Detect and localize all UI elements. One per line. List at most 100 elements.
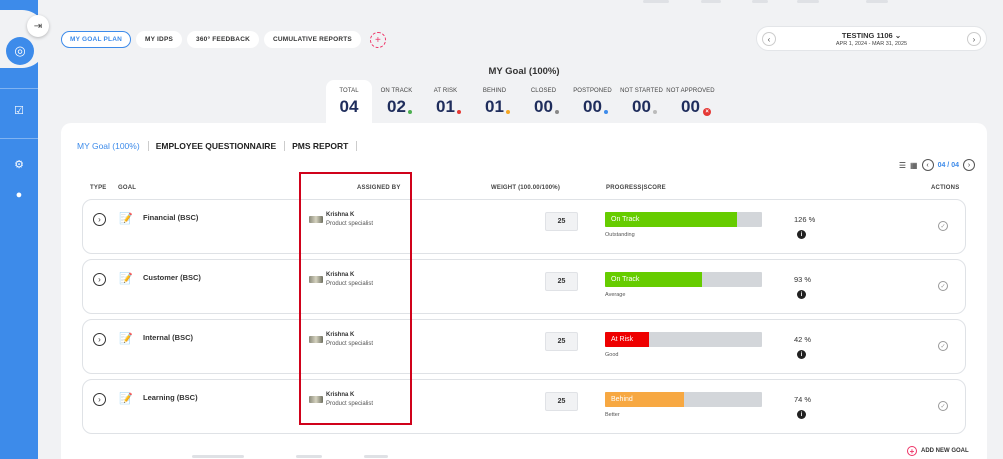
- target-icon[interactable]: ◎: [6, 37, 34, 65]
- stat-value: 01: [436, 97, 461, 117]
- list-view-icon[interactable]: ☰: [899, 161, 906, 170]
- status-dot-icon: [603, 110, 608, 114]
- header-weight: WEIGHT (100.00/100%): [491, 185, 561, 191]
- page-next-icon[interactable]: ›: [963, 159, 975, 171]
- stat-postponed[interactable]: POSTPONED 00: [568, 80, 617, 124]
- score-percent: 42 %: [794, 335, 812, 344]
- weight-value: 25: [545, 392, 578, 411]
- status-dot-icon: [456, 110, 461, 114]
- page-prev-icon[interactable]: ‹: [921, 159, 934, 171]
- stat-label: ON TRACK: [380, 88, 413, 94]
- goal-name[interactable]: Customer (BSC): [143, 273, 201, 282]
- stat-label: AT RISK: [433, 88, 458, 94]
- stat-value: 00: [583, 97, 608, 117]
- progress-bar: At Risk: [605, 332, 762, 347]
- progress-fill: On Track: [605, 272, 703, 287]
- goal-title: MY Goal (100%): [488, 66, 560, 77]
- status-dot-icon: [505, 110, 510, 114]
- header-progress: PROGRESS|SCORE: [606, 185, 666, 191]
- goal-name[interactable]: Internal (BSC): [143, 333, 193, 342]
- stat-label: BEHIND: [482, 88, 507, 94]
- status-dot-icon: [652, 110, 657, 114]
- progress-bar: On Track: [605, 212, 762, 227]
- table-row[interactable]: › 📝 Financial (BSC) Krishna K Product sp…: [82, 199, 966, 254]
- stat-value: 00 ×: [681, 97, 711, 117]
- rating-label: Average: [605, 292, 626, 298]
- tab-my-idps[interactable]: MY IDPS: [136, 31, 183, 48]
- stat-value: 01: [485, 97, 510, 117]
- header-goal: GOAL: [118, 185, 137, 191]
- progress-bar: On Track: [605, 272, 762, 287]
- progress-fill: Behind: [605, 392, 684, 407]
- info-icon[interactable]: i: [797, 350, 806, 359]
- cycle-selector[interactable]: ‹ TESTING 1106 ⌄ APR 1, 2024 - MAR 31, 2…: [756, 26, 987, 51]
- checklist-icon[interactable]: ☑: [0, 104, 38, 117]
- weight-value: 25: [545, 212, 578, 231]
- header-actions: ACTIONS: [931, 185, 960, 191]
- tab-cumulative-reports[interactable]: CUMULATIVE REPORTS: [263, 31, 361, 48]
- user-icon[interactable]: ●: [0, 189, 38, 201]
- status-dot-icon: [554, 110, 559, 114]
- stat-on-track[interactable]: ON TRACK 02: [372, 80, 421, 124]
- tab-360-feedback[interactable]: 360° FEEDBACK: [187, 31, 259, 48]
- expand-row-icon[interactable]: ›: [93, 393, 106, 406]
- cycle-dates: APR 1, 2024 - MAR 31, 2025: [835, 41, 908, 47]
- not-approved-x-icon: ×: [702, 108, 711, 116]
- stat-closed[interactable]: CLOSED 00: [519, 80, 568, 124]
- status-dot-icon: [407, 110, 412, 114]
- table-row[interactable]: › 📝 Internal (BSC) Krishna K Product spe…: [82, 319, 966, 374]
- settings-gear-icon[interactable]: ⚙: [0, 158, 38, 171]
- stat-value: 02: [387, 97, 412, 117]
- page-indicator: 04 / 04: [937, 161, 959, 169]
- cycle-next-icon[interactable]: ›: [967, 32, 981, 46]
- goal-type-icon: 📝: [119, 273, 133, 285]
- stat-not-started[interactable]: NOT STARTED 00: [617, 80, 666, 124]
- check-action-icon[interactable]: ✓: [938, 221, 948, 231]
- main-tabs: MY GOAL PLAN MY IDPS 360° FEEDBACK CUMUL…: [61, 31, 386, 48]
- table-row[interactable]: › 📝 Customer (BSC) Krishna K Product spe…: [82, 259, 966, 314]
- goal-type-icon: 📝: [119, 213, 133, 225]
- check-action-icon[interactable]: ✓: [938, 341, 948, 351]
- status-summary: TOTAL 04 ON TRACK 02 AT RISK 01 BEHIND 0…: [326, 80, 715, 124]
- goal-type-icon: 📝: [119, 393, 133, 405]
- score-percent: 74 %: [794, 395, 812, 404]
- stat-at-risk[interactable]: AT RISK 01: [421, 80, 470, 124]
- expand-row-icon[interactable]: ›: [93, 333, 106, 346]
- info-icon[interactable]: i: [797, 410, 806, 419]
- stat-total[interactable]: TOTAL 04: [326, 80, 372, 124]
- stat-value: 04: [339, 97, 359, 116]
- info-icon[interactable]: i: [797, 230, 806, 239]
- subtab-pms-report[interactable]: PMS REPORT: [292, 141, 358, 151]
- expand-row-icon[interactable]: ›: [93, 213, 106, 226]
- weight-value: 25: [545, 332, 578, 351]
- stat-not-approved[interactable]: NOT APPROVED 00 ×: [666, 80, 715, 124]
- check-action-icon[interactable]: ✓: [938, 401, 948, 411]
- stat-label: POSTPONED: [573, 88, 612, 94]
- grid-view-icon[interactable]: ▦: [910, 161, 918, 170]
- add-tab-icon[interactable]: +: [369, 32, 386, 48]
- info-icon[interactable]: i: [797, 290, 806, 299]
- tab-my-goal-plan[interactable]: MY GOAL PLAN: [61, 31, 131, 48]
- plus-icon: +: [907, 446, 917, 456]
- add-new-goal-label: ADD NEW GOAL: [921, 448, 969, 454]
- subtab-employee-questionnaire[interactable]: EMPLOYEE QUESTIONNAIRE: [156, 141, 286, 151]
- expand-row-icon[interactable]: ›: [93, 273, 106, 286]
- stat-value: 00: [534, 97, 559, 117]
- add-new-goal-button[interactable]: + ADD NEW GOAL: [907, 446, 969, 456]
- goal-name[interactable]: Learning (BSC): [143, 393, 198, 402]
- stat-behind[interactable]: BEHIND 01: [470, 80, 519, 124]
- collapse-arrow-icon[interactable]: ⇥: [27, 15, 49, 37]
- rating-label: Good: [605, 352, 619, 358]
- goal-name[interactable]: Financial (BSC): [143, 213, 198, 222]
- stat-value: 00: [632, 97, 657, 117]
- table-row[interactable]: › 📝 Learning (BSC) Krishna K Product spe…: [82, 379, 966, 434]
- subtab-my-goal[interactable]: MY Goal (100%): [77, 141, 149, 151]
- score-percent: 93 %: [794, 275, 812, 284]
- rating-label: Better: [605, 412, 620, 418]
- progress-bar: Behind: [605, 392, 762, 407]
- score-percent: 126 %: [794, 215, 816, 224]
- sub-tabs: MY Goal (100%) EMPLOYEE QUESTIONNAIRE PM…: [77, 141, 364, 151]
- check-action-icon[interactable]: ✓: [938, 281, 948, 291]
- view-controls: ☰ ▦ ‹ 04 / 04 ›: [899, 159, 975, 171]
- progress-fill: At Risk: [605, 332, 649, 347]
